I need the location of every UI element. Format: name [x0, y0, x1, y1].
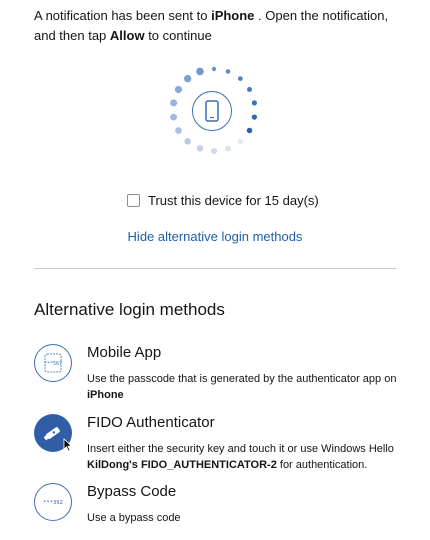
spinner-dot [225, 69, 231, 74]
spinner-dot [246, 127, 253, 134]
bypass-icon-code: ***392 [43, 500, 63, 506]
spinner-dot [170, 99, 178, 107]
trust-device-checkbox[interactable] [127, 193, 140, 207]
method-title: Bypass Code [87, 483, 177, 500]
spinner-dot [170, 113, 178, 121]
spinner-dot [184, 138, 191, 145]
trust-device-label: Trust this device for 15 day(s) [148, 192, 319, 208]
notice-action: Allow [109, 28, 145, 43]
phone-icon [192, 91, 232, 131]
notice-device-name: iPhone [211, 8, 255, 23]
method-title: Mobile App [87, 344, 162, 361]
hide-alternative-methods-link[interactable]: Hide alternative login methods [0, 229, 430, 244]
spinner-dot [174, 85, 183, 94]
method-description: Use a bypass code [87, 512, 181, 524]
method-description: Use the passcode that is generated by th… [87, 373, 397, 401]
bypass-code-icon: ***392 [34, 483, 72, 521]
spinner-dot [237, 76, 243, 81]
spinner-dot [225, 145, 231, 152]
notice-text-3: to continue [144, 28, 212, 43]
spinner-dot [175, 127, 182, 134]
spinner-dot [211, 66, 217, 72]
mobile-app-icon-code: ***567 [44, 361, 62, 367]
spinner-dot [251, 100, 257, 106]
trust-device-option[interactable]: Trust this device for 15 day(s) [127, 190, 319, 210]
mouse-cursor-icon [63, 438, 73, 452]
notification-message: A notification has been sent to iPhone .… [34, 6, 406, 46]
method-title: FIDO Authenticator [87, 414, 215, 431]
mobile-app-passcode-icon: ***567 [34, 344, 72, 382]
spinner-dot [183, 74, 192, 83]
spinner-dot [196, 67, 204, 76]
spinner-dot [196, 145, 204, 152]
divider [34, 268, 396, 269]
method-description: Insert either the security key and touch… [87, 443, 394, 471]
spinner-dot [210, 147, 218, 155]
alternative-methods-heading: Alternative login methods [34, 300, 225, 319]
spinner-dot [251, 114, 258, 120]
spinner-dot [237, 138, 244, 145]
notice-text-1: A notification has been sent to [34, 8, 212, 23]
spinner-dot [247, 87, 252, 92]
